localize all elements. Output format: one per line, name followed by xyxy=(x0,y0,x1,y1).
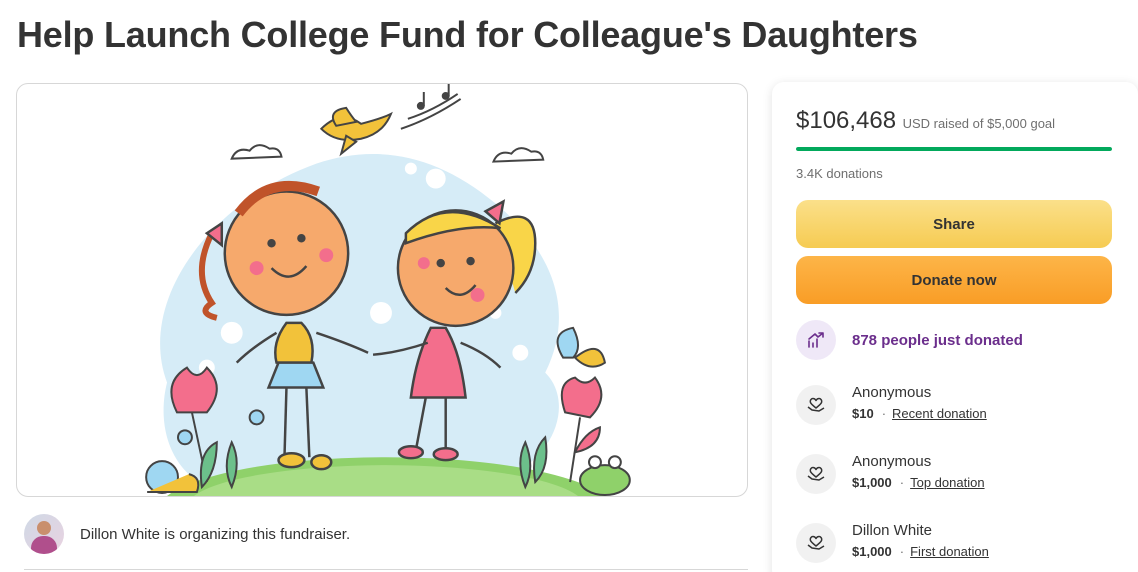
recent-donors-trend: 878 people just donated xyxy=(796,320,1023,360)
trend-text: 878 people just donated xyxy=(852,331,1023,349)
separator-dot: · xyxy=(881,406,887,421)
fundraiser-hero-image[interactable] xyxy=(16,83,748,497)
donation-item: Dillon White $1,000 · First donation xyxy=(796,522,989,563)
donation-tag-link[interactable]: First donation xyxy=(910,544,989,559)
donation-item: Anonymous $1,000 · Top donation xyxy=(796,453,985,494)
organizer-text: Dillon White is organizing this fundrais… xyxy=(80,525,351,543)
organizer-avatar[interactable] xyxy=(24,514,64,554)
donor-name: Anonymous xyxy=(852,384,932,401)
heart-hand-icon xyxy=(796,454,836,494)
progress-fill xyxy=(796,147,1112,151)
hero-illustration xyxy=(145,84,631,496)
donation-tag-link[interactable]: Recent donation xyxy=(892,406,987,421)
donation-tag-link[interactable]: Top donation xyxy=(910,475,984,490)
donor-name: Dillon White xyxy=(852,522,933,539)
amount-raised-row: $106,468 USD raised of $5,000 goal xyxy=(796,107,1055,135)
separator-dot: · xyxy=(899,475,905,490)
donation-item: Anonymous $10 · Recent donation xyxy=(796,384,987,425)
progress-bar xyxy=(796,147,1112,151)
donation-amount: $10 xyxy=(852,406,874,421)
donations-count[interactable]: 3.4K donations xyxy=(796,166,883,181)
divider xyxy=(24,569,748,570)
organizer-row[interactable]: Dillon White is organizing this fundrais… xyxy=(24,514,350,554)
page-title: Help Launch College Fund for Colleague's… xyxy=(17,14,918,55)
heart-hand-icon xyxy=(796,523,836,563)
donate-now-button[interactable]: Donate now xyxy=(796,256,1112,304)
donor-name: Anonymous xyxy=(852,453,932,470)
share-button[interactable]: Share xyxy=(796,200,1112,248)
donation-sidebar-card: $106,468 USD raised of $5,000 goal 3.4K … xyxy=(772,82,1138,572)
heart-hand-icon xyxy=(796,385,836,425)
donation-amount: $1,000 xyxy=(852,544,892,559)
goal-text: USD raised of $5,000 goal xyxy=(902,116,1056,131)
trending-up-icon xyxy=(796,320,836,360)
amount-raised: $106,468 xyxy=(796,107,897,134)
donation-amount: $1,000 xyxy=(852,475,892,490)
separator-dot: · xyxy=(899,544,905,559)
